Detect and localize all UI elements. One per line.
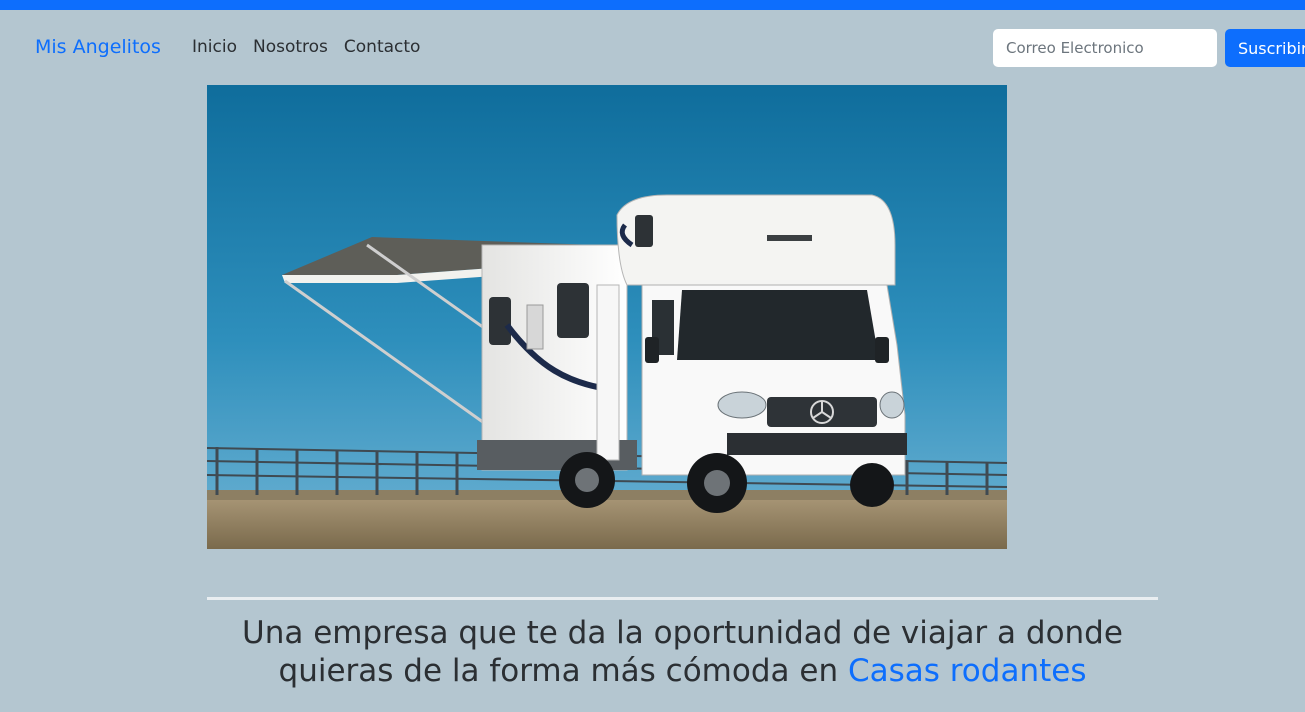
top-accent-bar: [0, 0, 1305, 10]
subscribe-button[interactable]: Suscribirse: [1225, 29, 1305, 67]
hero-image: [207, 85, 1007, 549]
email-field[interactable]: [993, 29, 1217, 67]
nav-link-nosotros[interactable]: Nosotros: [253, 37, 328, 57]
nav-links: Inicio Nosotros Contacto: [192, 37, 420, 57]
brand-link[interactable]: Mis Angelitos: [35, 36, 161, 58]
navbar: Mis Angelitos Inicio Nosotros Contacto S…: [0, 10, 1305, 85]
tagline-highlight: Casas rodantes: [847, 653, 1087, 689]
motorhome-illustration: [207, 85, 1007, 549]
nav-link-contacto[interactable]: Contacto: [344, 37, 421, 57]
tagline: Una empresa que te da la oportunidad de …: [207, 614, 1158, 690]
nav-link-inicio[interactable]: Inicio: [192, 37, 237, 57]
section-divider: [207, 597, 1158, 600]
